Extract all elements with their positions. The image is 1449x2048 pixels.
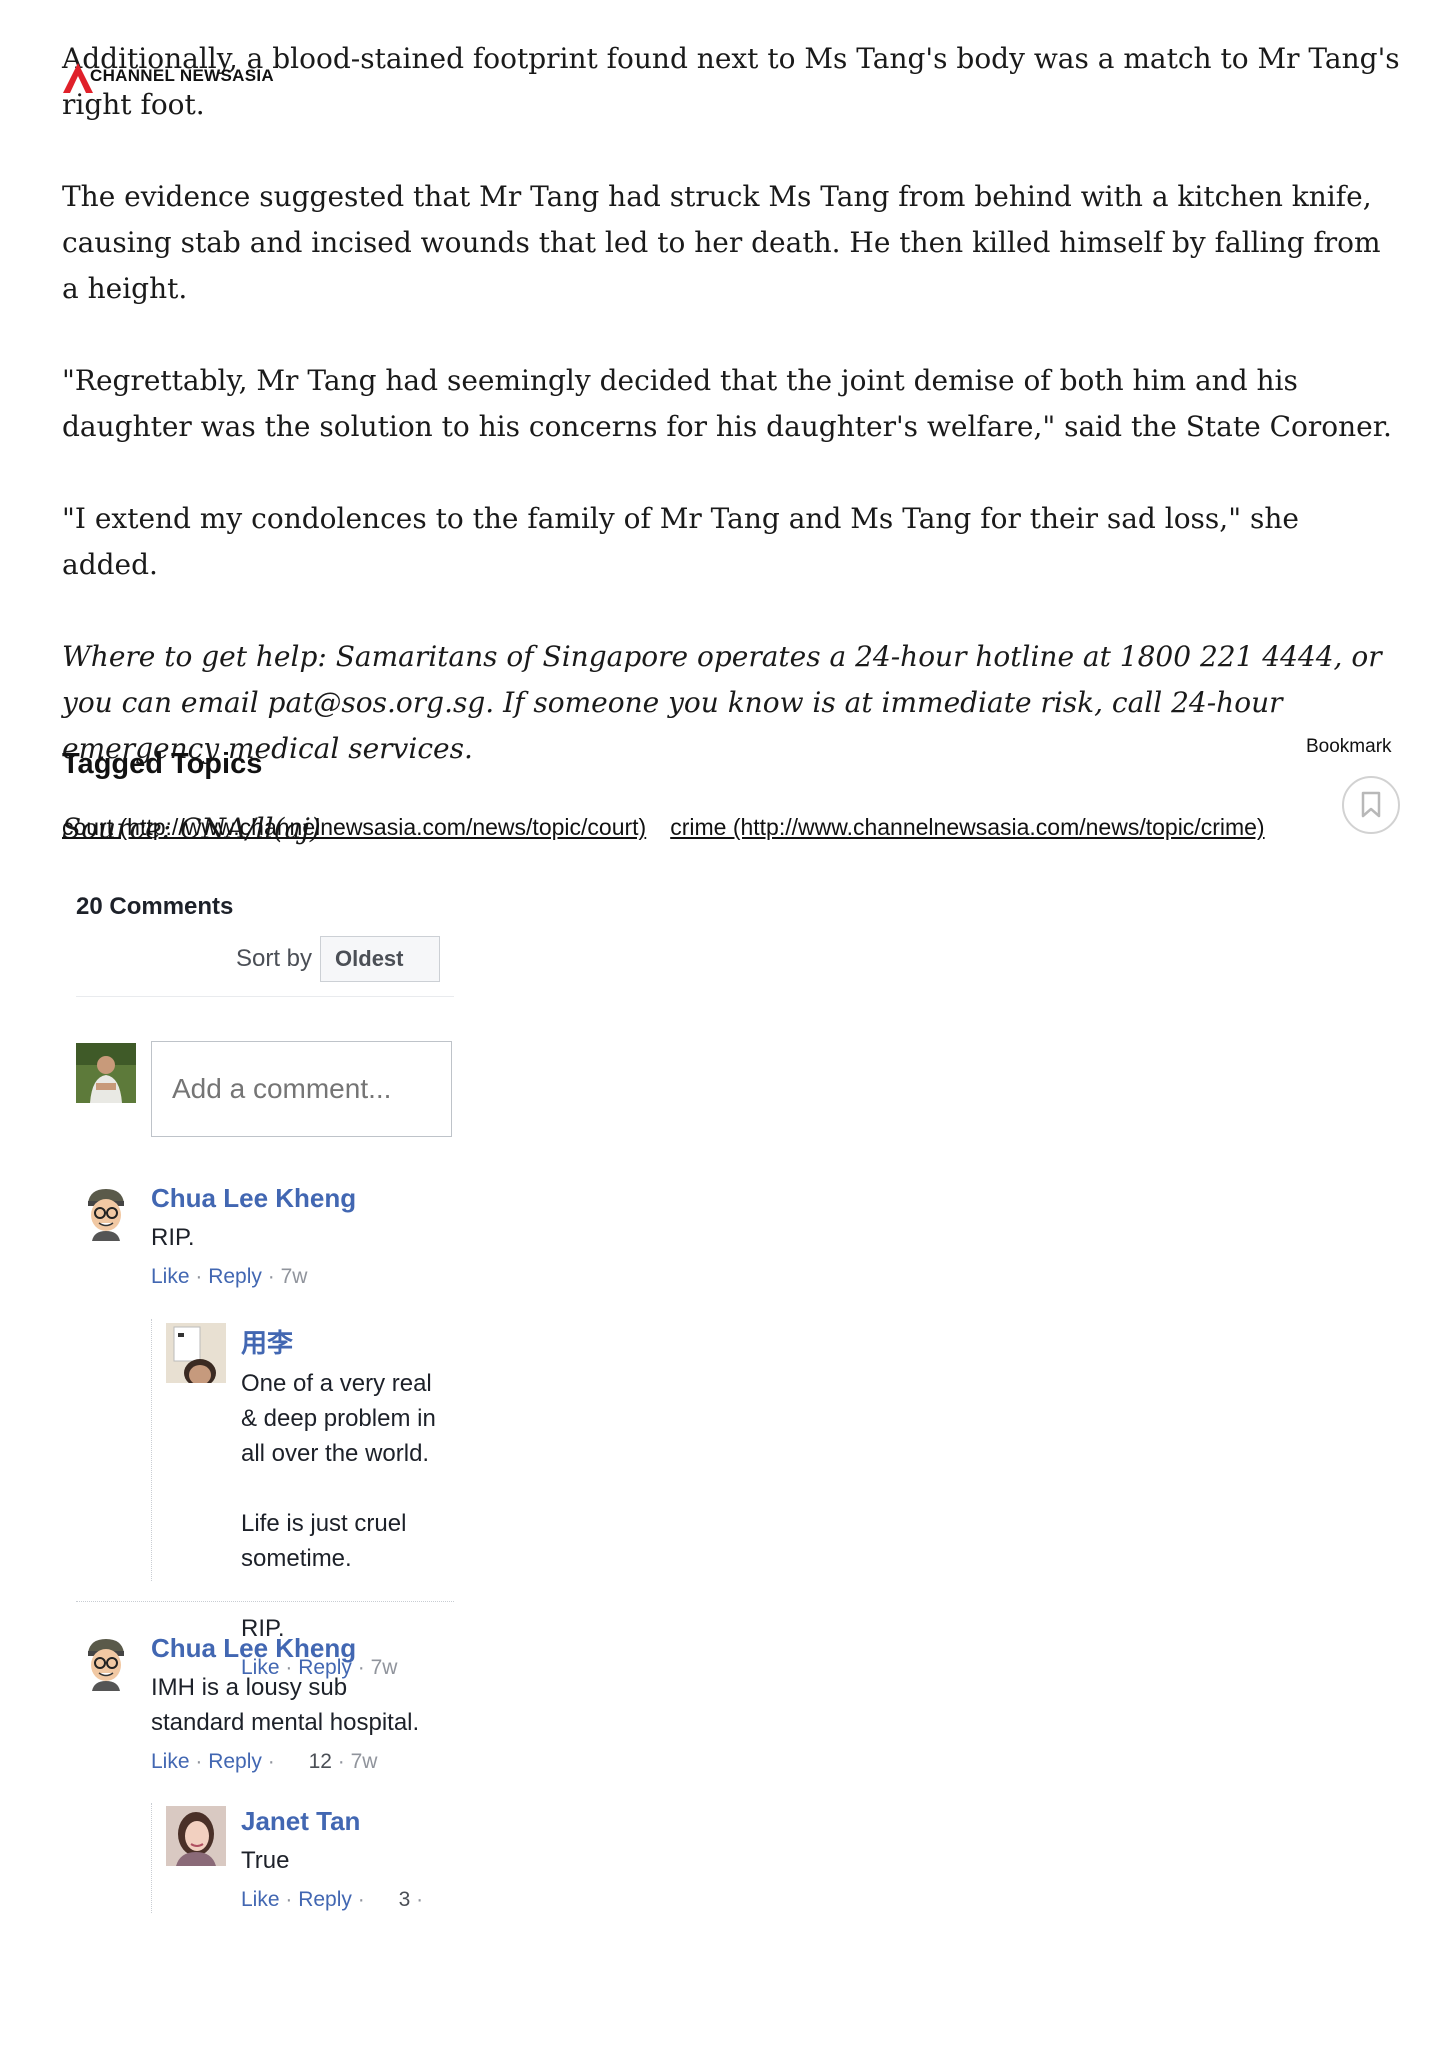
tag-crime-link[interactable]: crime (http://www.channelnewsasia.com/ne… [670, 814, 1264, 841]
like-link[interactable]: Like [241, 1888, 280, 1911]
comment-text: True [241, 1847, 290, 1874]
avatar [166, 1323, 226, 1383]
bookmark-button[interactable] [1342, 776, 1400, 834]
article-body: Additionally, a blood-stained footprint … [62, 36, 1402, 898]
comment-text: One of a very real & deep problem in all… [241, 1370, 436, 1642]
tag-court-link[interactable]: court (http://www.channelnewsasia.com/ne… [62, 814, 646, 841]
emoji-avatar-icon [88, 1189, 124, 1241]
avatar [76, 1043, 136, 1103]
comment-time: 7w [350, 1750, 378, 1773]
bookmark-label: Bookmark [1306, 736, 1392, 757]
comments-section: 20 Comments Sort by Oldest Chua Lee Khen… [76, 893, 456, 1913]
comment-actions: Like · Reply · 3 · [241, 1888, 424, 1911]
comment: Chua Lee Kheng RIP. Like · Reply · 7w [151, 1183, 451, 1289]
help-note: Where to get help: Samaritans of Singapo… [62, 640, 1382, 765]
tagged-topics-heading: Tagged Topics [62, 748, 263, 780]
user-photo-icon [166, 1323, 226, 1383]
comment-author[interactable]: Janet Tan [241, 1806, 461, 1837]
channel-newsasia-logo[interactable]: CHANNEL NEWSASIA [60, 60, 274, 96]
comment: Chua Lee Kheng IMH is a lousy sub standa… [151, 1633, 451, 1774]
sort-control: Sort by Oldest [236, 936, 441, 982]
user-photo-icon [76, 1043, 136, 1103]
emoji-avatar-icon [88, 1639, 124, 1691]
like-count: 12 [308, 1750, 332, 1773]
comment-text: IMH is a lousy sub standard mental hospi… [151, 1674, 420, 1736]
article-paragraph: The evidence suggested that Mr Tang had … [62, 180, 1381, 305]
comment-author[interactable]: Chua Lee Kheng [151, 1633, 451, 1664]
comment-author[interactable]: Chua Lee Kheng [151, 1183, 451, 1214]
like-link[interactable]: Like [151, 1265, 190, 1288]
bookmark-icon [1361, 791, 1381, 818]
comment-author[interactable]: 用李 [241, 1323, 461, 1360]
like-count: 3 [398, 1888, 411, 1911]
logo-wordmark: CHANNEL NEWSASIA [90, 66, 274, 85]
add-comment-input[interactable] [151, 1041, 452, 1137]
comment-actions: Like · Reply · 7w [151, 1265, 308, 1288]
avatar [166, 1806, 226, 1866]
comment-separator [76, 1601, 454, 1602]
reply-thread-rail [151, 1803, 152, 1913]
comments-count: 20 Comments [76, 893, 234, 920]
reply-comment: Janet Tan True Like · Reply · 3 · [241, 1806, 461, 1912]
article-paragraph: "I extend my condolences to the family o… [62, 502, 1299, 581]
avatar [76, 1183, 136, 1243]
reply-thread-rail [151, 1319, 152, 1581]
article-paragraph: "Regrettably, Mr Tang had seemingly deci… [62, 364, 1392, 443]
user-photo-icon [166, 1806, 226, 1866]
sort-label: Sort by [236, 945, 313, 972]
sort-select[interactable]: Oldest [320, 936, 441, 982]
topic-tags: court (http://www.channelnewsasia.com/ne… [62, 814, 1265, 841]
reply-link[interactable]: Reply [208, 1750, 262, 1773]
avatar [76, 1633, 136, 1693]
comments-divider [76, 996, 454, 997]
comment-actions: Like · Reply · 12 · 7w [151, 1750, 378, 1773]
comment-time: 7w [280, 1265, 308, 1288]
reply-link[interactable]: Reply [298, 1888, 352, 1911]
reply-comment: 用李 One of a very real & deep problem in … [241, 1323, 461, 1680]
like-link[interactable]: Like [151, 1750, 190, 1773]
comment-text: RIP. [151, 1224, 195, 1251]
reply-link[interactable]: Reply [208, 1265, 262, 1288]
